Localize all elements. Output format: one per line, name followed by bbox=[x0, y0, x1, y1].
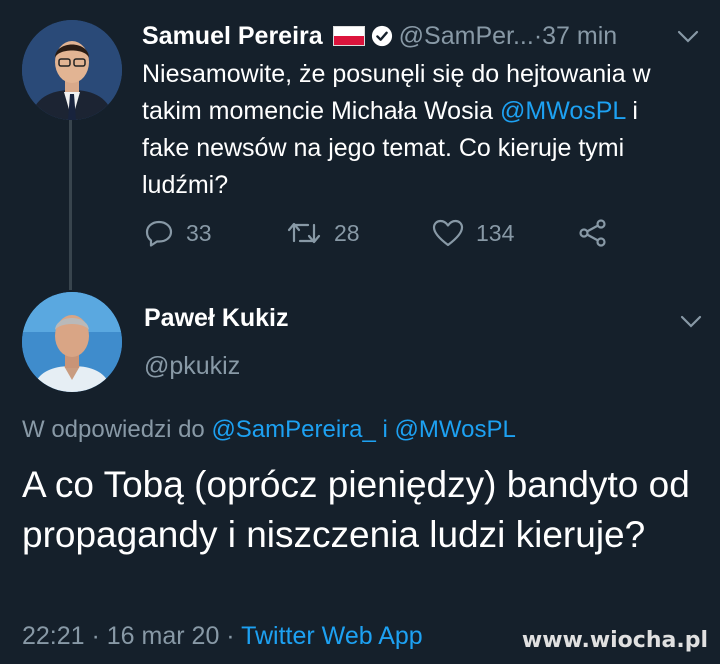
verified-badge-icon bbox=[371, 25, 392, 47]
tweet2-chevron-down-icon[interactable] bbox=[680, 315, 702, 329]
tweet1-separator: · bbox=[533, 21, 543, 50]
retweet-icon bbox=[287, 222, 321, 244]
avatar-samuel-pereira[interactable] bbox=[22, 20, 122, 120]
retweet-count: 28 bbox=[334, 219, 360, 246]
share-icon bbox=[579, 219, 606, 247]
tweet2-meta: 22:21 · 16 mar 20 · Twitter Web App bbox=[22, 622, 423, 651]
reply-prefix: W odpowiedzi do bbox=[22, 416, 212, 443]
site-watermark: www.wiocha.pl bbox=[521, 628, 708, 653]
like-count: 134 bbox=[476, 219, 515, 246]
tweet2-handle[interactable]: @pkukiz bbox=[144, 352, 240, 381]
tweet2-author-name[interactable]: Paweł Kukiz bbox=[144, 304, 289, 333]
tweet1-header: Samuel Pereira @SamPer... · 37 min bbox=[142, 20, 617, 52]
tweet2-time[interactable]: 22:21 bbox=[22, 622, 85, 650]
tweet1-handle[interactable]: @SamPer... bbox=[399, 22, 534, 51]
heart-icon bbox=[432, 219, 464, 247]
avatar-pawel-kukiz[interactable] bbox=[22, 292, 122, 392]
reply-action[interactable]: 33 bbox=[144, 213, 212, 253]
reply-context: W odpowiedzi do @SamPereira_ i @MWosPL bbox=[22, 416, 516, 444]
tweet2-meta-dot: · bbox=[84, 622, 107, 650]
retweet-action[interactable]: 28 bbox=[286, 213, 360, 253]
poland-flag-icon bbox=[332, 26, 365, 46]
tweet1-timestamp[interactable]: 37 min bbox=[542, 22, 617, 51]
reply-icon bbox=[145, 220, 173, 247]
reply-and: i bbox=[375, 416, 395, 443]
tweet1-text: Niesamowite, że posunęli się do hejtowan… bbox=[142, 56, 682, 204]
tweet2-source-link[interactable]: Twitter Web App bbox=[241, 622, 423, 650]
thread-connector-line bbox=[69, 118, 72, 290]
reply-count: 33 bbox=[186, 219, 212, 246]
tweet2-date[interactable]: 16 mar 20 bbox=[107, 622, 220, 650]
tweet1-chevron-down-icon[interactable] bbox=[677, 30, 699, 44]
tweet1-author-name[interactable]: Samuel Pereira bbox=[142, 22, 323, 51]
tweet2-meta-dot-2: · bbox=[219, 622, 242, 650]
like-action[interactable]: 134 bbox=[432, 213, 514, 253]
share-action[interactable] bbox=[578, 213, 620, 253]
tweet1-mention-link[interactable]: @MWosPL bbox=[500, 97, 625, 125]
tweet2-text: A co Tobą (oprócz pieniędzy) bandyto od … bbox=[22, 464, 690, 555]
reply-mention-sampereira[interactable]: @SamPereira_ bbox=[211, 416, 375, 443]
reply-mention-mwospl[interactable]: @MWosPL bbox=[395, 416, 516, 443]
